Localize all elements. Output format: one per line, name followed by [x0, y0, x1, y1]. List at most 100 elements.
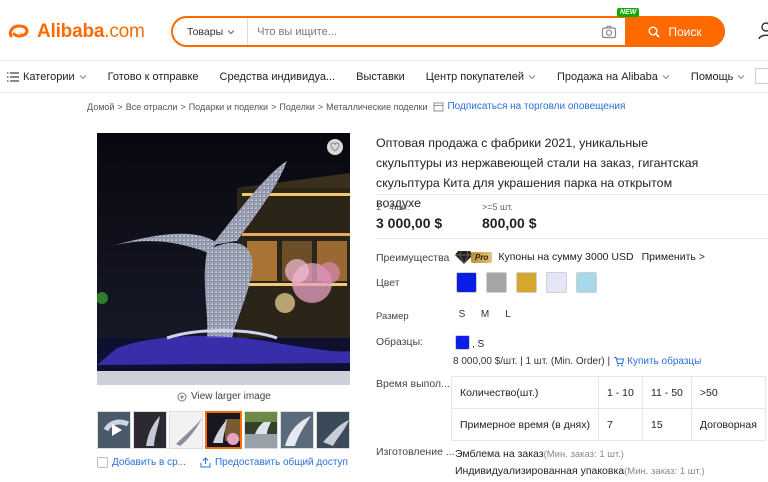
- menu-icon: [7, 71, 19, 82]
- compare-checkbox[interactable]: [97, 457, 108, 468]
- breadcrumb-separator: >: [180, 101, 186, 112]
- nav-item-label: Выставки: [356, 70, 405, 83]
- list-item: Индивидуализированная упаковка(Мин. зака…: [455, 463, 705, 480]
- benefits-row: Pro Купоны на сумму 3000 USD Применить >: [455, 249, 705, 265]
- color-swatch-0[interactable]: [456, 272, 477, 293]
- apply-coupon-link[interactable]: Применить >: [642, 251, 705, 263]
- customization-name: Эмблема на заказ: [455, 448, 544, 460]
- price-tier-qty: >=5 шт.: [482, 202, 513, 212]
- play-icon: [103, 419, 130, 436]
- customization-min: (Мин. заказ: 1 шт.): [624, 466, 705, 477]
- customization-min: (Мин. заказ: 1 шт.): [543, 449, 624, 460]
- thumbnail-image: [146, 416, 161, 446]
- main-nav: Категории Готово к отправке Средства индив…: [0, 60, 768, 93]
- color-swatch-1[interactable]: [486, 272, 507, 293]
- nav-item-label: Продажа на Alibaba: [556, 70, 658, 83]
- chevron-down-icon: [662, 74, 670, 79]
- whale-sculpture-image: [97, 133, 350, 385]
- nav-item-1[interactable]: Готово к отправке: [108, 71, 199, 83]
- search-bar: Товары NEW Поиск: [171, 8, 725, 47]
- size-option-m[interactable]: M: [476, 309, 494, 320]
- sample-option[interactable]: , S: [455, 335, 484, 350]
- logo-suffix: .com: [104, 21, 145, 42]
- breadcrumb-item[interactable]: Поделки: [279, 102, 314, 112]
- alibaba-logo-icon: [8, 24, 32, 38]
- size-option-s[interactable]: S: [453, 309, 471, 320]
- price-tier-1: 1 - 4 шт. 3 000,00 $: [376, 202, 442, 231]
- breadcrumb-separator: >: [117, 101, 123, 112]
- sample-price-row: 8 000,00 $/шт. | 1 шт. (Min. Order) | Ку…: [453, 356, 701, 367]
- nav-item-5[interactable]: Продажа на Alibaba: [557, 71, 670, 83]
- price-tier-qty: 1 - 4 шт.: [376, 202, 410, 212]
- nav-item-3[interactable]: Выставки: [356, 71, 405, 83]
- nav-item-label: Категории: [23, 70, 75, 83]
- customization-list: Эмблема на заказ(Мин. заказ: 1 шт.) Инди…: [455, 446, 705, 480]
- chevron-down-icon: [79, 74, 86, 79]
- product-title: Оптовая продажа с фабрики 2021, уникальн…: [376, 136, 699, 210]
- thumbnail-image: [213, 419, 240, 445]
- search-category-dropdown[interactable]: Товары: [173, 18, 249, 45]
- lead-time-table: Количество(шт.) 1 - 10 11 - 50 >50 Приме…: [451, 376, 766, 441]
- color-swatches: [456, 272, 597, 293]
- view-larger-image-link[interactable]: View larger image: [177, 391, 271, 402]
- color-swatch-2[interactable]: [516, 272, 537, 293]
- share-link[interactable]: Предоставить общий доступ: [215, 457, 348, 468]
- color-label: Цвет: [376, 277, 400, 289]
- main-product-image[interactable]: [97, 133, 350, 385]
- breadcrumb-separator: >: [317, 101, 324, 112]
- samples-label: Образцы:: [376, 336, 424, 348]
- calendar-icon: [434, 102, 444, 112]
- table-cell: Договорная: [690, 408, 766, 441]
- customization-name: Индивидуализированная упаковка: [455, 465, 625, 477]
- breadcrumb-item[interactable]: Подарки и поделки: [189, 102, 268, 112]
- buy-samples-link[interactable]: Купить образцы: [627, 356, 701, 367]
- table-row: Количество(шт.) 1 - 10 11 - 50 >50: [451, 376, 766, 409]
- alibaba-logo[interactable]: Alibaba.com: [8, 18, 145, 46]
- pro-badge-label: Pro: [471, 251, 493, 263]
- table-cell: >50: [690, 376, 766, 409]
- video-thumbnail[interactable]: [97, 411, 132, 449]
- nav-item-2[interactable]: Средства индивидуа...: [220, 71, 336, 83]
- size-options: SML: [453, 309, 517, 320]
- thumbnail-7[interactable]: [315, 411, 350, 449]
- search-category-label: Товары: [187, 25, 224, 38]
- nav-item-0[interactable]: Категории: [7, 71, 87, 83]
- thumbnail-5[interactable]: [243, 411, 278, 449]
- add-compare-link[interactable]: Добавить в ср...: [112, 457, 186, 468]
- nav-item-6[interactable]: Помощь: [691, 71, 746, 83]
- pro-badge: Pro: [455, 249, 493, 265]
- nav-item-label: Средства индивидуа...: [219, 70, 336, 83]
- nav-item-4[interactable]: Центр покупателей: [426, 71, 536, 83]
- thumbnail-6[interactable]: [279, 411, 314, 449]
- thumbnail-4-active[interactable]: [205, 411, 242, 449]
- nav-item-label: Готово к отправке: [107, 70, 199, 83]
- table-row: Примерное время (в днях) 7 15 Договорная: [451, 408, 766, 441]
- cart-icon: [614, 357, 625, 367]
- thumbnail-image: [284, 416, 311, 446]
- breadcrumb-item[interactable]: Металлические поделки: [326, 102, 427, 112]
- thumbnail-2[interactable]: [133, 411, 168, 449]
- lead-time-label: Время выпол...: [376, 378, 450, 390]
- view-larger-label: View larger image: [191, 391, 271, 402]
- color-swatch-3[interactable]: [546, 272, 567, 293]
- color-swatch-4[interactable]: [576, 272, 597, 293]
- camera-icon[interactable]: [601, 24, 617, 40]
- thumbnail-3[interactable]: [169, 411, 204, 449]
- search-input[interactable]: [248, 25, 601, 38]
- breadcrumb-item[interactable]: Домой: [87, 102, 114, 112]
- table-cell: 15: [641, 408, 692, 441]
- divider: [376, 238, 768, 239]
- sample-price: 8 000,00 $/шт. | 1 шт. (Min. Order) |: [453, 356, 611, 367]
- price-tier-value: 800,00 $: [482, 215, 537, 231]
- subscribe-alerts-link[interactable]: Подписаться на торговли оповещения: [447, 101, 625, 112]
- nav-item-label: Помощь: [690, 70, 734, 83]
- table-cell: 11 - 50: [641, 376, 692, 409]
- sample-color-swatch: [455, 335, 470, 350]
- breadcrumb-item[interactable]: Все отрасли: [126, 102, 178, 112]
- user-icon[interactable]: [757, 20, 768, 44]
- scroll-right-handle[interactable]: [755, 68, 768, 84]
- new-badge: NEW: [617, 8, 640, 17]
- size-option-l[interactable]: L: [499, 309, 517, 320]
- search-button[interactable]: NEW Поиск: [617, 8, 725, 47]
- zoom-icon: [177, 392, 187, 401]
